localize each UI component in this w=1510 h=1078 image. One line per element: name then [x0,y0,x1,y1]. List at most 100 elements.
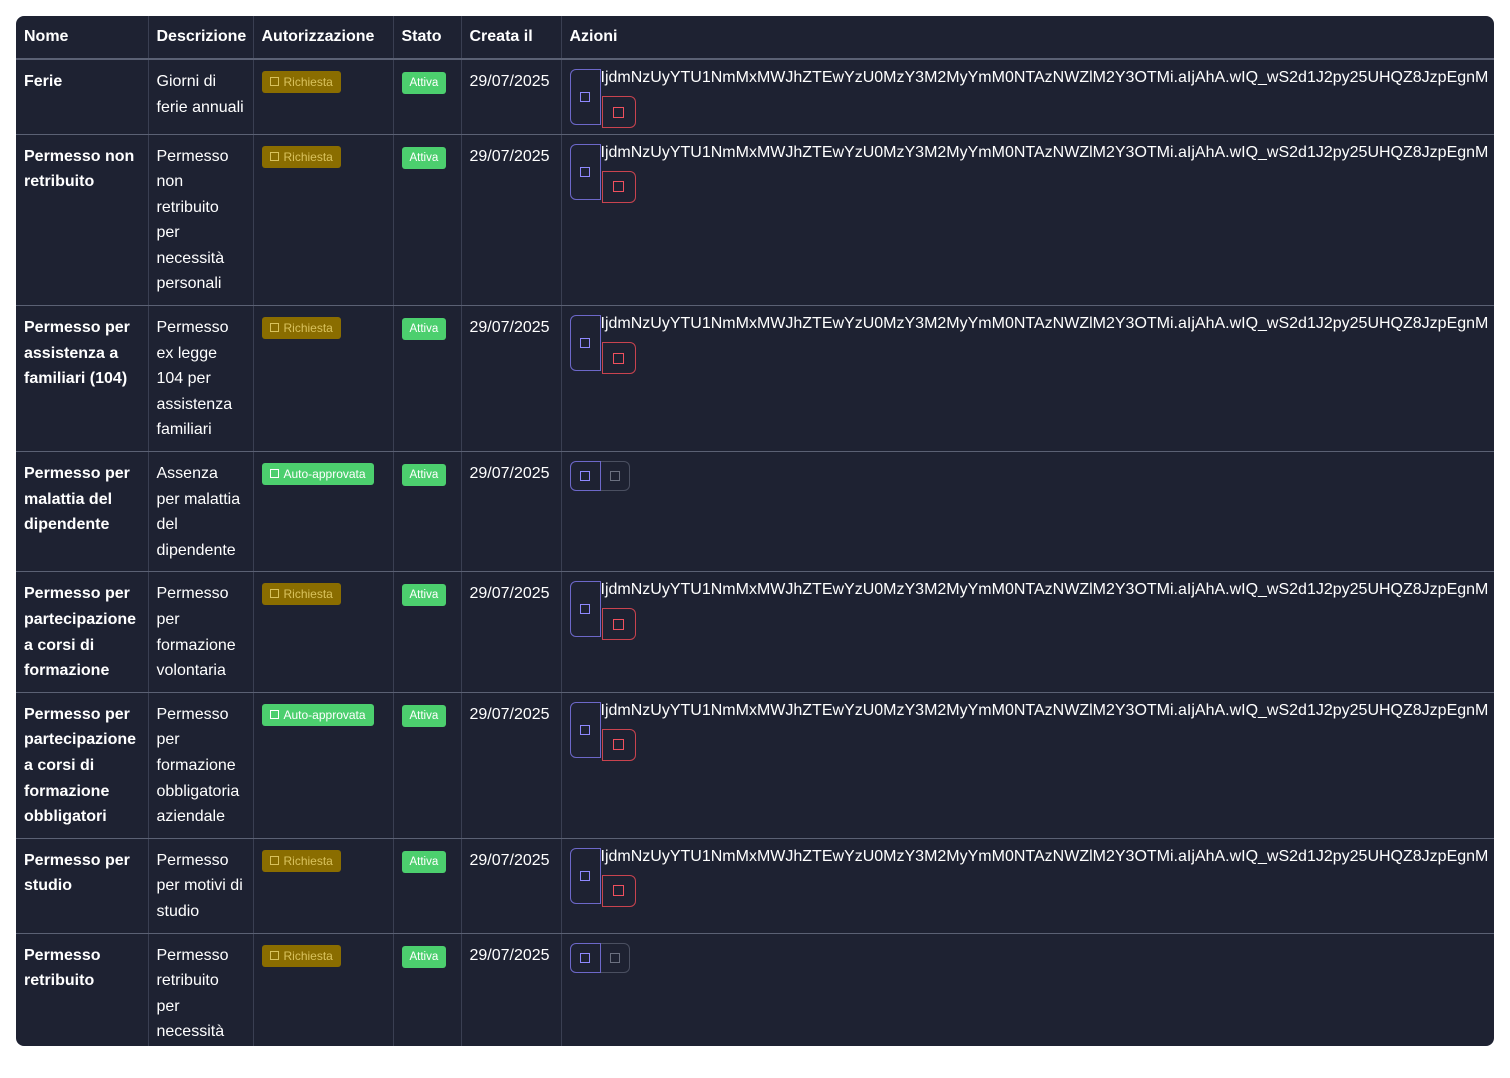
trash-icon [609,471,620,482]
cell-status: Attiva [393,59,462,135]
cell-authorization: Richiesta [253,59,394,135]
badge-icon [269,589,279,599]
edit-icon [580,338,590,349]
edit-button[interactable] [569,461,601,492]
table-body: Ferie Giorni di ferie annuali Richiesta Att… [16,59,1494,1046]
delete-button-disabled [600,461,630,492]
authorization-badge: Auto-approvata [261,463,374,486]
edit-button[interactable] [569,701,601,758]
status-badge: Attiva [401,704,447,727]
status-badge: Attiva [401,146,447,169]
cell-name: Permesso non retribuito [16,134,149,307]
authorization-badge: Richiesta [261,583,341,606]
cell-status: Attiva [393,451,462,573]
delete-button[interactable] [601,96,636,128]
leave-types-table-container: Nome Descrizione Autorizzazione Stato Cr… [16,16,1494,1046]
edit-button[interactable] [569,942,601,973]
authorization-badge: Auto-approvata [261,703,374,726]
cell-created: 29/07/2025 [461,933,562,1046]
cell-actions: IjdmNzUyYTU1NmMxMWJhZTEwYzU0MzY3M2MyYmM0… [561,571,1494,693]
authorization-label: Richiesta [283,321,333,336]
status-badge: Attiva [401,464,447,487]
cell-description: Permesso per motivi di studio [148,838,254,934]
table-row: Permesso per partecipazione a corsi di f… [16,571,1494,693]
trash-icon [609,952,620,963]
action-token-text: IjdmNzUyYTU1NmMxMWJhZTEwYzU0MzY3M2MyYmM0… [600,69,1489,86]
edit-icon [580,166,590,177]
cell-created: 29/07/2025 [461,134,562,307]
edit-button[interactable] [569,69,601,125]
edit-button[interactable] [569,315,601,372]
edit-button[interactable] [569,581,601,638]
authorization-label: Richiesta [283,149,333,164]
cell-status: Attiva [393,571,462,693]
cell-actions: IjdmNzUyYTU1NmMxMWJhZTEwYzU0MzY3M2MyYmM0… [561,692,1494,839]
table-row: Ferie Giorni di ferie annuali Richiesta Att… [16,59,1494,135]
delete-button[interactable] [601,342,636,375]
action-token-text: IjdmNzUyYTU1NmMxMWJhZTEwYzU0MzY3M2MyYmM0… [600,315,1489,333]
cell-name: Permesso retribuito [16,933,149,1046]
cell-description: Assenza per malattia del dipendente [148,451,254,573]
cell-authorization: Auto-approvata [253,451,394,573]
cell-actions: IjdmNzUyYTU1NmMxMWJhZTEwYzU0MzY3M2MyYmM0… [561,59,1494,135]
badge-icon [269,469,279,479]
delete-button-disabled [600,942,630,973]
column-header-actions: Azioni [561,16,1494,60]
cell-name: Permesso per partecipazione a corsi di f… [16,571,149,693]
delete-button[interactable] [601,170,636,203]
cell-status: Attiva [393,305,462,453]
edit-icon [580,870,590,881]
trash-icon [613,618,624,630]
delete-button[interactable] [601,728,636,761]
cell-description: Permesso per formazione obbligatoria azi… [148,692,254,839]
table-row: Permesso non retribuito Permesso non retr… [16,134,1494,307]
edit-icon [580,724,590,735]
table-row: Permesso per partecipazione a corsi di f… [16,692,1494,839]
edit-button[interactable] [569,847,601,904]
cell-status: Attiva [393,692,462,839]
cell-actions: IjdmNzUyYTU1NmMxMWJhZTEwYzU0MzY3M2MyYmM0… [561,305,1494,453]
cell-description: Permesso per formazione volontaria [148,571,254,693]
edit-button[interactable] [569,143,601,200]
authorization-badge: Richiesta [261,145,341,168]
cell-created: 29/07/2025 [461,305,562,453]
leave-types-table: Nome Descrizione Autorizzazione Stato Cr… [16,16,1494,1046]
column-header-created[interactable]: Creata il [461,16,562,60]
table-row: Permesso per malattia del dipendente Asse… [16,451,1494,573]
column-header-authorization[interactable]: Autorizzazione [253,16,394,60]
cell-name: Permesso per malattia del dipendente [16,451,149,573]
column-header-description[interactable]: Descrizione [148,16,254,60]
status-badge: Attiva [401,945,447,968]
action-token-text: IjdmNzUyYTU1NmMxMWJhZTEwYzU0MzY3M2MyYmM0… [600,581,1489,599]
table-header-row: Nome Descrizione Autorizzazione Stato Cr… [16,16,1494,60]
cell-actions [561,933,1494,1046]
authorization-label: Auto-approvata [283,467,366,482]
edit-icon [580,604,590,615]
column-header-status[interactable]: Stato [393,16,462,60]
cell-name: Permesso per partecipazione a corsi di f… [16,692,149,839]
table-row: Permesso per studio Permesso per motivi d… [16,838,1494,934]
authorization-badge: Richiesta [261,849,341,872]
cell-actions [561,451,1494,573]
cell-description: Permesso non retribuito per necessità pe… [148,134,254,307]
delete-button[interactable] [601,874,636,907]
table-row: Permesso per assistenza a familiari (104… [16,305,1494,453]
column-header-name[interactable]: Nome [16,16,149,60]
cell-created: 29/07/2025 [461,838,562,934]
cell-authorization: Richiesta [253,933,394,1046]
badge-icon [269,950,279,960]
authorization-label: Richiesta [283,587,333,602]
status-badge: Attiva [401,850,447,873]
cell-name: Permesso per assistenza a familiari (104… [16,305,149,453]
cell-authorization: Richiesta [253,134,394,307]
authorization-badge: Richiesta [261,944,341,967]
trash-icon [613,739,624,751]
cell-description: Permesso ex legge 104 per assistenza fam… [148,305,254,453]
status-badge: Attiva [401,318,447,341]
authorization-label: Richiesta [283,853,333,868]
badge-icon [269,77,279,86]
badge-icon [269,151,279,161]
authorization-badge: Richiesta [261,71,341,93]
badge-icon [269,855,279,865]
delete-button[interactable] [601,608,636,641]
